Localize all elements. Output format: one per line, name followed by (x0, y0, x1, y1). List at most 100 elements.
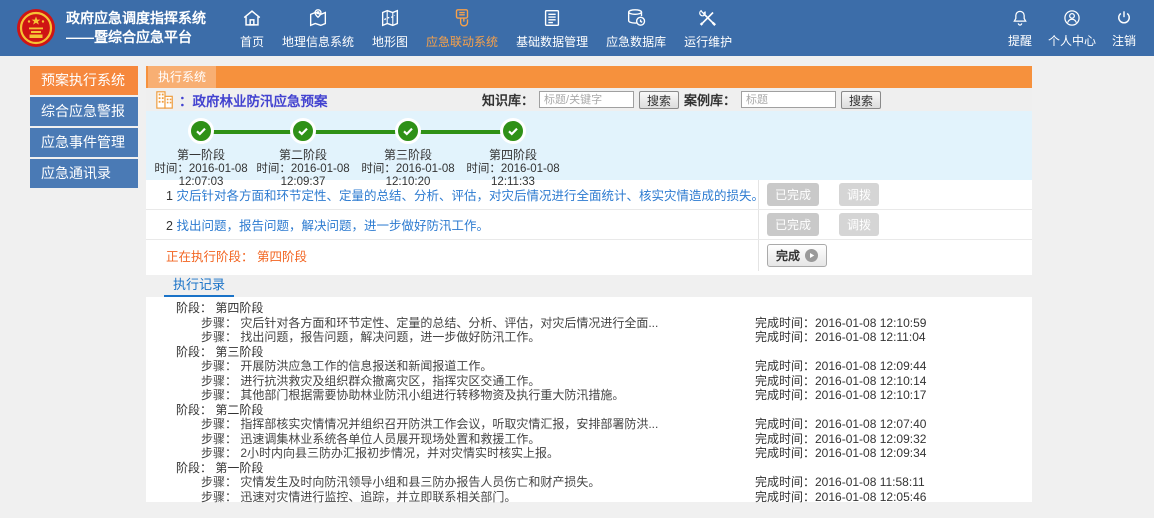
current-stage-tasks: 1 灾后针对各方面和环节定性、定量的总结、分析、评估，对灾后情况进行全面统计、核… (146, 180, 1032, 271)
record-step-text: 步骤： 迅速对灾情进行监控、追踪，并立即联系相关部门。 (146, 490, 755, 505)
tab-execution-system[interactable]: 执行系统 (148, 66, 216, 88)
current-stage-label: 正在执行阶段： 第四阶段 (146, 246, 758, 265)
sidebar-item-emergency-alert[interactable]: 综合应急警报 (30, 97, 138, 126)
record-step-time: 完成时间：2016-01-08 12:05:46 (755, 490, 1032, 505)
navbar-user-actions: 提醒 个人中心 注销 (1008, 7, 1154, 49)
check-icon (395, 118, 421, 144)
record-step-row: 步骤： 找出问题，报告问题，解决问题，进一步做好防汛工作。 完成时间：2016-… (146, 330, 1032, 345)
play-icon (805, 249, 818, 262)
user-icon (1062, 7, 1082, 29)
nav-item-gis[interactable]: 地理信息系统 (282, 6, 354, 50)
record-step-text: 步骤： 其他部门根据需要协助林业防汛小组进行转移物资及执行重大防汛措施。 (146, 388, 755, 403)
record-stage-label: 阶段： 第二阶段 (146, 403, 1032, 418)
record-step-row: 步骤： 开展防洪应急工作的信息报送和新闻报道工作。 完成时间：2016-01-0… (146, 359, 1032, 374)
record-stage-label: 阶段： 第一阶段 (146, 461, 1032, 476)
sidebar-item-event-management[interactable]: 应急事件管理 (30, 128, 138, 157)
record-step-row: 步骤： 2小时内向县三防办汇报初步情况，并对灾情实时核实上报。 完成时间：201… (146, 446, 1032, 461)
nav-item-alerts[interactable]: 提醒 (1008, 7, 1032, 49)
record-step-text: 步骤： 2小时内向县三防办汇报初步情况，并对灾情实时核实上报。 (146, 446, 755, 461)
emergency-linkage-icon (451, 6, 473, 30)
main-content: 执行系统 ：政府林业防汛应急预案 知识库： 搜索 案例库： 搜 (146, 66, 1032, 502)
nav-item-basic-data[interactable]: 基础数据管理 (516, 6, 588, 50)
check-icon (188, 118, 214, 144)
bell-icon (1010, 7, 1030, 29)
record-step-time: 完成时间：2016-01-08 12:11:04 (755, 330, 1032, 345)
record-step-row: 步骤： 灾情发生及时向防汛领导小组和县三防办报告人员伤亡和财产损失。 完成时间：… (146, 475, 1032, 490)
task-row: 2 找出问题，报告问题，解决问题，进一步做好防汛工作。 已完成 调拨 (146, 210, 1032, 240)
record-stage-label: 阶段： 第三阶段 (146, 345, 1032, 360)
current-stage-row: 正在执行阶段： 第四阶段 完成 (146, 240, 1032, 271)
search-group: 知识库： 搜索 案例库： 搜索 (482, 88, 881, 111)
record-step-text: 步骤： 开展防洪应急工作的信息报送和新闻报道工作。 (146, 359, 755, 374)
home-icon (241, 6, 263, 30)
record-step-time: 完成时间：2016-01-08 12:10:17 (755, 388, 1032, 403)
record-step-time: 完成时间：2016-01-08 12:10:59 (755, 316, 1032, 331)
record-section-header: 执行记录 (146, 275, 1032, 297)
main-nav: 首页 地理信息系统 地形图 (240, 6, 732, 50)
record-step-text: 步骤： 灾后针对各方面和环节定性、定量的总结、分析、评估，对灾后情况进行全面..… (146, 316, 755, 331)
top-navbar: 政府应急调度指挥系统 ——暨综合应急平台 首页 地理信息系统 (0, 0, 1154, 56)
nav-item-user-center[interactable]: 个人中心 (1048, 7, 1096, 49)
case-search-label: 案例库： (684, 90, 736, 109)
dispatch-button[interactable]: 调拨 (839, 213, 879, 236)
task-link[interactable]: 灾后针对各方面和环节定性、定量的总结、分析、评估，对灾后情况进行全面统计、核实灾… (176, 189, 758, 203)
nav-item-home[interactable]: 首页 (240, 6, 264, 50)
stage-step-3: 第三阶段 时间：2016-01-08 12:10:20 (353, 118, 463, 189)
dispatch-button[interactable]: 调拨 (839, 183, 879, 206)
task-number: 2 (166, 219, 173, 233)
task-link[interactable]: 找出问题，报告问题，解决问题，进一步做好防汛工作。 (176, 219, 489, 233)
tools-icon (697, 6, 719, 30)
nav-item-terrain-map[interactable]: 地形图 (372, 6, 408, 50)
record-title: 执行记录 (164, 274, 234, 297)
record-step-time: 完成时间：2016-01-08 12:09:44 (755, 359, 1032, 374)
record-step-row: 步骤： 迅速调集林业系统各单位人员展开现场处置和救援工作。 完成时间：2016-… (146, 432, 1032, 447)
stage-progress: 第一阶段 时间：2016-01-08 12:07:03 第二阶段 时间：2016… (146, 111, 1032, 180)
plan-title[interactable]: ：政府林业防汛应急预案 (179, 90, 328, 110)
record-step-text: 步骤： 灾情发生及时向防汛领导小组和县三防办报告人员伤亡和财产损失。 (146, 475, 755, 490)
check-icon (290, 118, 316, 144)
nav-item-emergency-linkage[interactable]: 应急联动系统 (426, 6, 498, 50)
completed-button[interactable]: 已完成 (767, 213, 819, 236)
building-icon (155, 90, 175, 109)
record-step-time: 完成时间：2016-01-08 12:09:32 (755, 432, 1032, 447)
app-title-line1: 政府应急调度指挥系统 (66, 9, 206, 28)
record-step-time: 完成时间：2016-01-08 11:58:11 (755, 475, 1032, 490)
document-icon (541, 6, 563, 30)
record-step-text: 步骤： 指挥部核实灾情情况并组织召开防洪工作会议，听取灾情汇报，安排部署防洪..… (146, 417, 755, 432)
gis-map-pin-icon (307, 6, 329, 30)
record-step-row: 步骤： 灾后针对各方面和环节定性、定量的总结、分析、评估，对灾后情况进行全面..… (146, 316, 1032, 331)
app-brand: 政府应急调度指挥系统 ——暨综合应急平台 (0, 8, 206, 48)
record-step-time: 完成时间：2016-01-08 12:09:34 (755, 446, 1032, 461)
record-step-time: 完成时间：2016-01-08 12:10:14 (755, 374, 1032, 389)
knowledge-search-input[interactable] (539, 91, 634, 108)
record-step-row: 步骤： 迅速对灾情进行监控、追踪，并立即联系相关部门。 完成时间：2016-01… (146, 490, 1032, 505)
nav-item-maintenance[interactable]: 运行维护 (684, 6, 732, 50)
record-step-text: 步骤： 进行抗洪救灾及组织群众撤离灾区，指挥灾区交通工作。 (146, 374, 755, 389)
knowledge-search-button[interactable]: 搜索 (639, 91, 679, 109)
completed-button[interactable]: 已完成 (767, 183, 819, 206)
stage-step-2: 第二阶段 时间：2016-01-08 12:09:37 (248, 118, 358, 189)
section-tab-bar: 执行系统 (146, 66, 1032, 88)
database-icon (625, 6, 647, 30)
execution-record-list: 阶段： 第四阶段 步骤： 灾后针对各方面和环节定性、定量的总结、分析、评估，对灾… (146, 297, 1032, 502)
app-title-line2: ——暨综合应急平台 (66, 28, 206, 47)
stage-step-1: 第一阶段 时间：2016-01-08 12:07:03 (146, 118, 256, 189)
task-number: 1 (166, 189, 173, 203)
stage-step-4: 第四阶段 时间：2016-01-08 12:11:33 (458, 118, 568, 189)
record-step-time: 完成时间：2016-01-08 12:07:40 (755, 417, 1032, 432)
plan-header-row: ：政府林业防汛应急预案 知识库： 搜索 案例库： 搜索 (146, 88, 1032, 111)
case-search-input[interactable] (741, 91, 836, 108)
sidebar-item-contacts[interactable]: 应急通讯录 (30, 159, 138, 188)
record-stage-label: 阶段： 第四阶段 (146, 301, 1032, 316)
record-step-row: 步骤： 指挥部核实灾情情况并组织召开防洪工作会议，听取灾情汇报，安排部署防洪..… (146, 417, 1032, 432)
finish-button[interactable]: 完成 (767, 244, 827, 267)
power-icon (1114, 7, 1134, 29)
record-step-text: 步骤： 迅速调集林业系统各单位人员展开现场处置和救援工作。 (146, 432, 755, 447)
check-icon (500, 118, 526, 144)
record-step-text: 步骤： 找出问题，报告问题，解决问题，进一步做好防汛工作。 (146, 330, 755, 345)
nav-item-logout[interactable]: 注销 (1112, 7, 1136, 49)
national-emblem-logo (16, 8, 56, 48)
sidebar-item-plan-execution[interactable]: 预案执行系统 (30, 66, 138, 95)
case-search-button[interactable]: 搜索 (841, 91, 881, 109)
nav-item-emergency-database[interactable]: 应急数据库 (606, 6, 666, 50)
